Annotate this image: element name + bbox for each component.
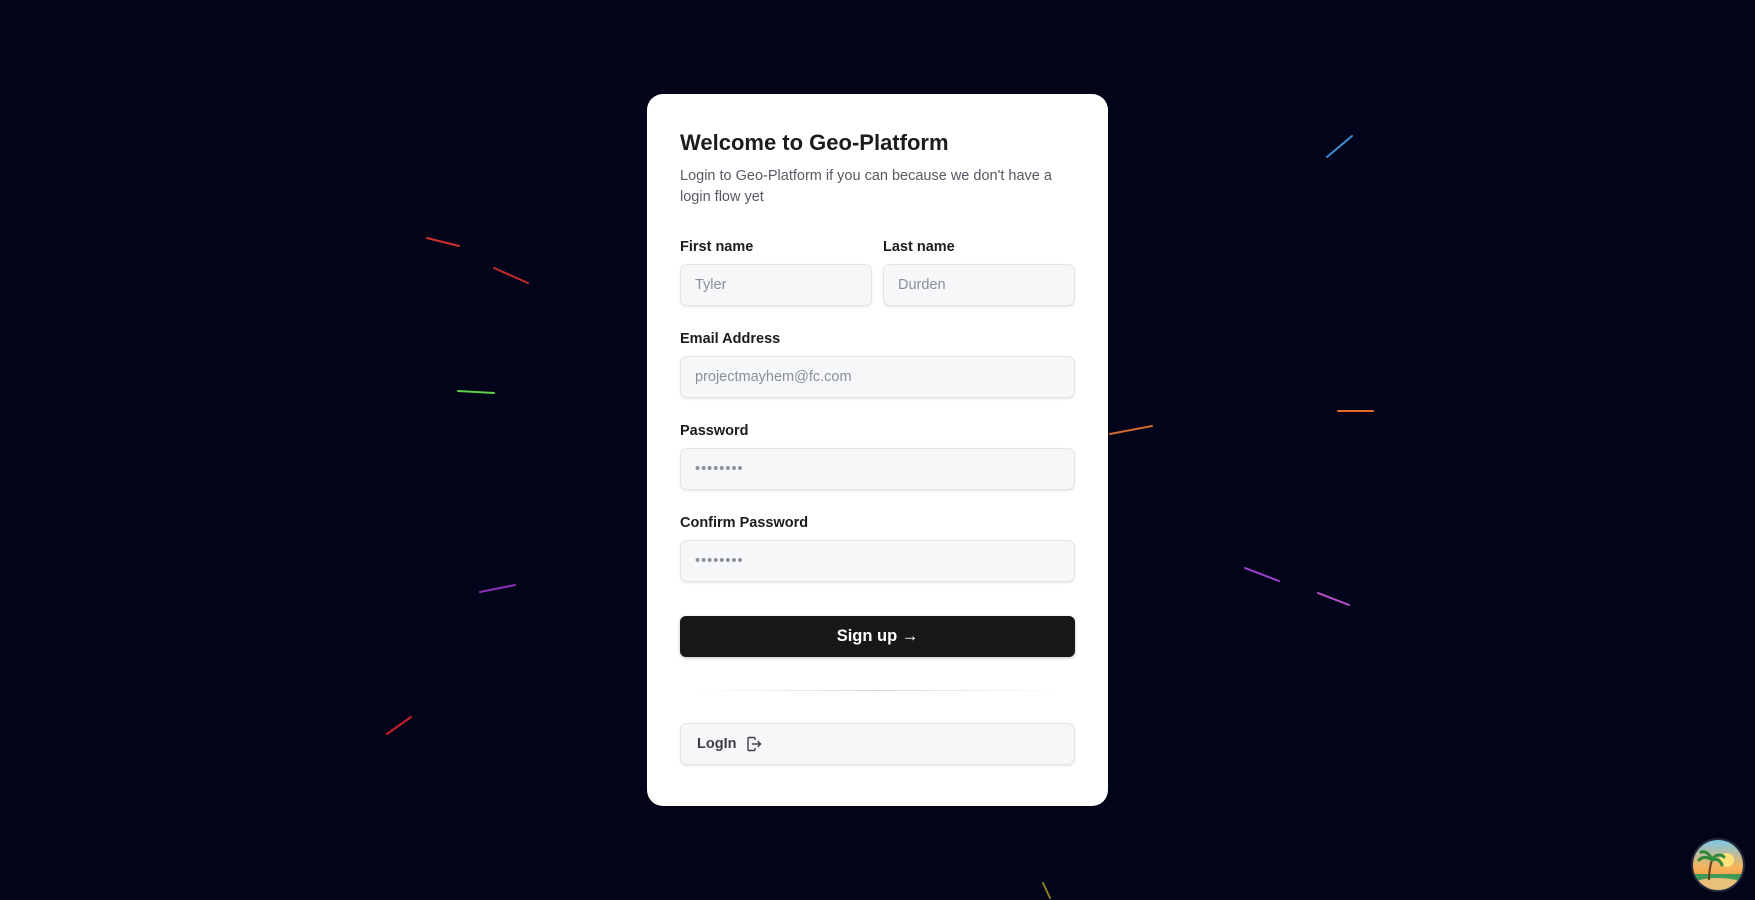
- email-input[interactable]: [680, 356, 1075, 398]
- signup-button[interactable]: Sign up →: [680, 616, 1075, 657]
- streak: [1042, 882, 1051, 899]
- password-label: Password: [680, 423, 749, 439]
- streak: [1317, 592, 1350, 606]
- beach-avatar-icon[interactable]: [1693, 840, 1743, 890]
- confirm-password-group: Confirm Password: [680, 514, 1075, 582]
- login-button-label: LogIn: [697, 736, 737, 752]
- divider: [690, 690, 1065, 691]
- email-group: Email Address: [680, 330, 1075, 398]
- page-subtitle: Login to Geo-Platform if you can because…: [680, 168, 1052, 205]
- streak: [479, 584, 516, 593]
- last-name-group: Last name: [883, 238, 1075, 306]
- first-name-input[interactable]: [680, 264, 872, 306]
- streak: [1109, 425, 1153, 435]
- page-title: Welcome to Geo-Platform: [680, 130, 949, 155]
- login-icon: [746, 736, 762, 752]
- first-name-label: First name: [680, 239, 754, 255]
- streak: [386, 716, 412, 735]
- streak: [1244, 567, 1280, 582]
- password-group: Password: [680, 422, 1075, 490]
- last-name-label: Last name: [883, 239, 955, 255]
- last-name-input[interactable]: [883, 264, 1075, 306]
- login-button[interactable]: LogIn: [680, 723, 1075, 765]
- confirm-password-input[interactable]: [680, 540, 1075, 582]
- streak: [457, 390, 495, 394]
- streak: [1326, 135, 1353, 158]
- email-label: Email Address: [680, 331, 781, 347]
- first-name-group: First name: [680, 238, 872, 306]
- password-input[interactable]: [680, 448, 1075, 490]
- name-row: First name Last name: [680, 238, 1075, 306]
- signup-card: Welcome to Geo-Platform Login to Geo-Pla…: [647, 94, 1108, 806]
- streak: [493, 267, 529, 284]
- streak: [426, 237, 460, 247]
- confirm-password-label: Confirm Password: [680, 515, 809, 531]
